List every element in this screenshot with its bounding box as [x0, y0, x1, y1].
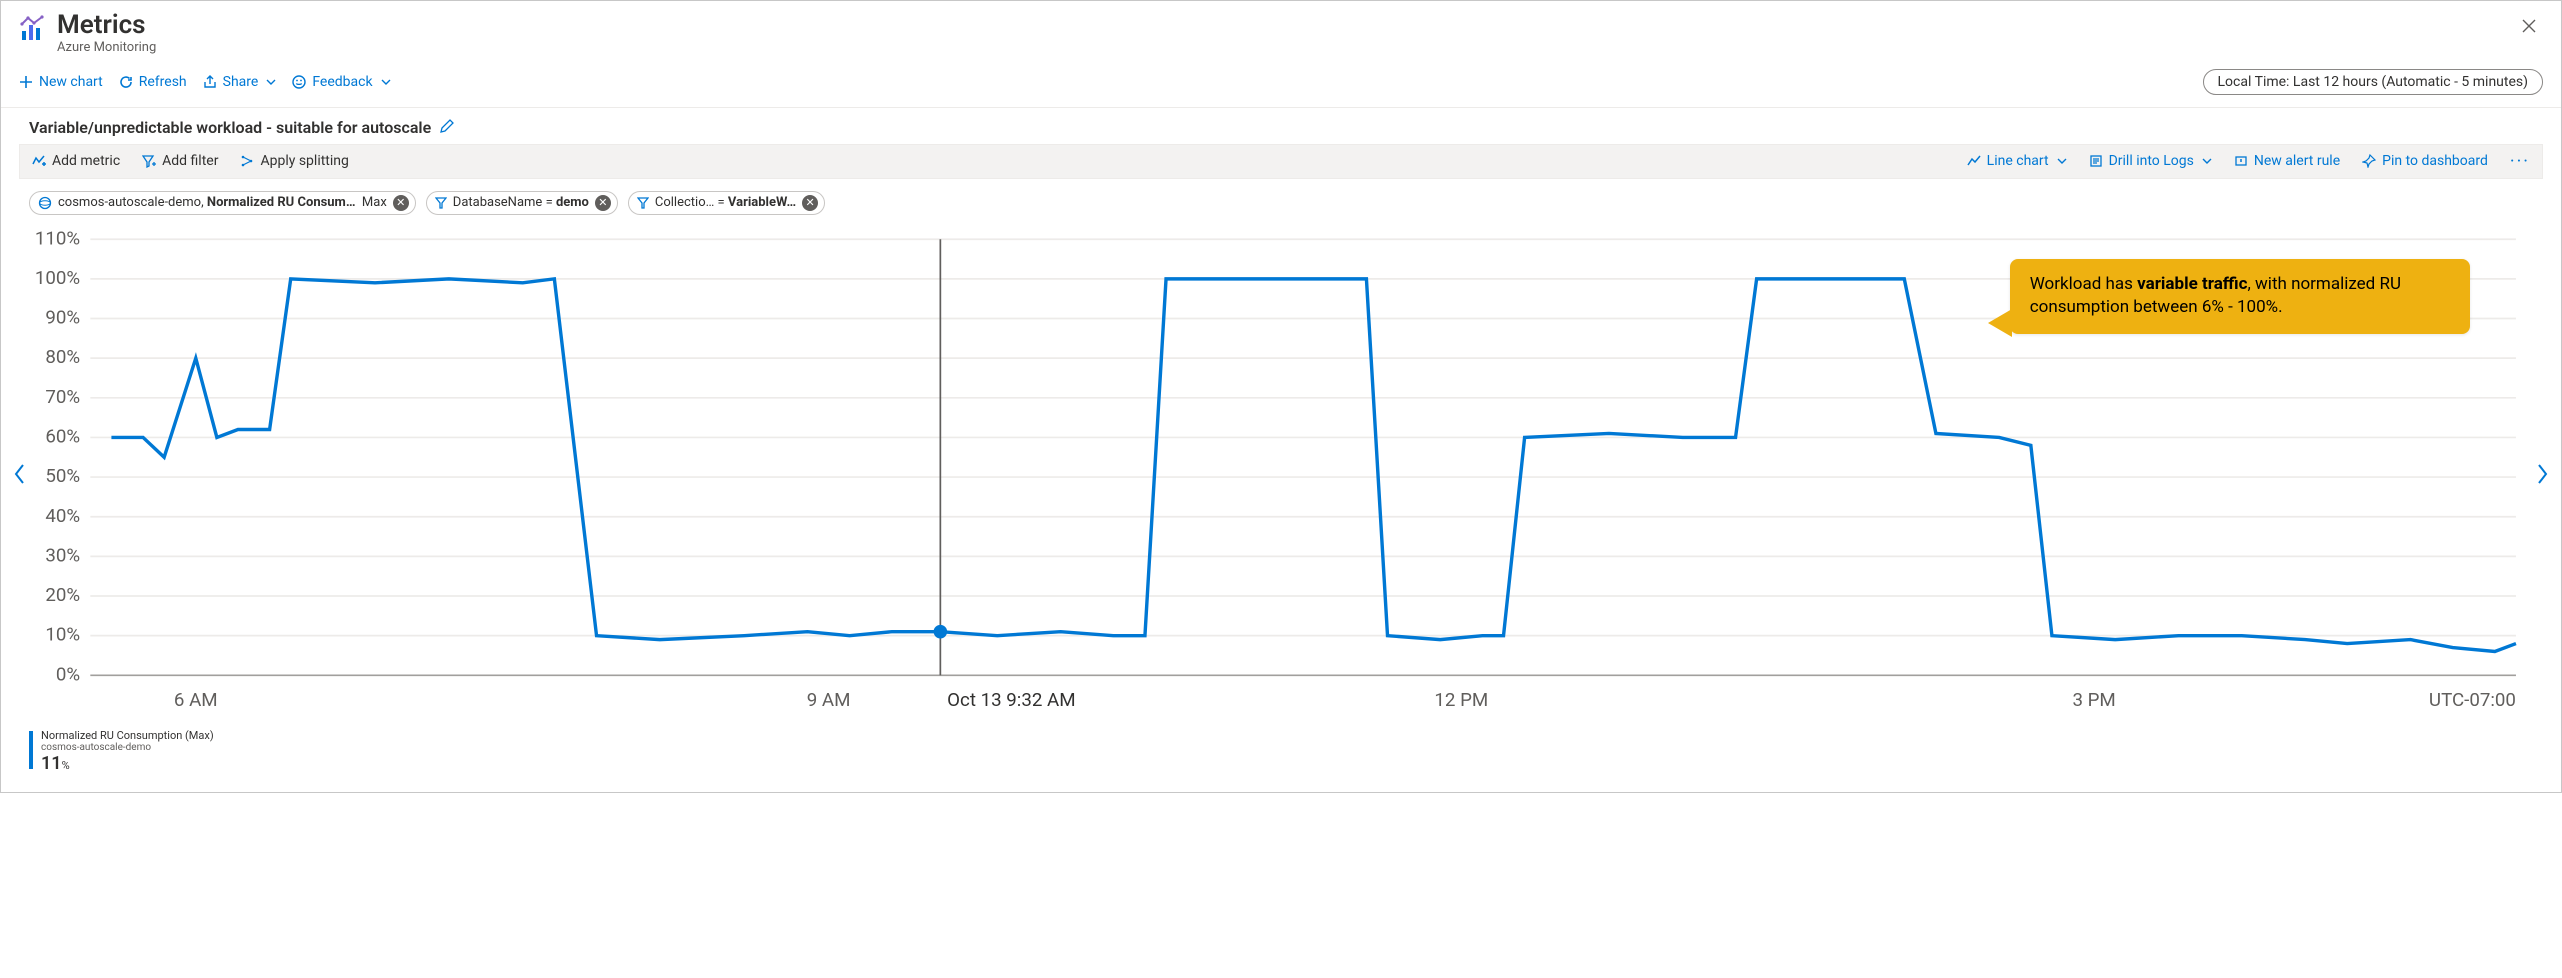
apply-splitting-label: Apply splitting — [260, 153, 348, 169]
chip-key-text: DatabaseName — [453, 195, 543, 210]
svg-text:10%: 10% — [45, 623, 80, 645]
svg-text:100%: 100% — [35, 267, 80, 289]
chip-eq-text: = — [718, 195, 725, 210]
add-filter-button[interactable]: Add filter — [138, 151, 222, 171]
svg-text:70%: 70% — [45, 385, 80, 407]
page-subtitle: Azure Monitoring — [57, 40, 156, 55]
chevron-down-icon — [266, 77, 276, 87]
close-button[interactable] — [2515, 11, 2543, 43]
feedback-button[interactable]: Feedback — [292, 74, 390, 90]
chip-remove-button[interactable]: ✕ — [802, 195, 818, 211]
svg-text:20%: 20% — [45, 584, 80, 606]
chart-nav-next-button[interactable] — [2529, 457, 2555, 495]
chart-nav-prev-button[interactable] — [7, 457, 33, 495]
logs-icon — [2089, 154, 2103, 168]
svg-text:80%: 80% — [45, 346, 80, 368]
callout-text-prefix: Workload has — [2030, 274, 2137, 294]
pin-to-dashboard-button[interactable]: Pin to dashboard — [2358, 151, 2492, 171]
chevron-down-icon — [2057, 156, 2067, 166]
drill-into-logs-label: Drill into Logs — [2109, 153, 2194, 169]
filter-collection-chip[interactable]: Collectio… = VariableW… ✕ — [628, 191, 825, 215]
line-chart-icon — [1967, 154, 1981, 168]
chip-remove-button[interactable]: ✕ — [595, 195, 611, 211]
add-metric-label: Add metric — [52, 153, 120, 169]
share-icon — [203, 75, 217, 89]
more-options-button[interactable]: ··· — [2506, 151, 2534, 172]
share-button[interactable]: Share — [203, 74, 277, 90]
cosmos-icon — [38, 196, 52, 210]
legend-series-name: Normalized RU Consumption (Max) — [41, 729, 214, 742]
filter-plus-icon — [142, 154, 156, 168]
add-metric-button[interactable]: Add metric — [28, 151, 124, 171]
chevron-down-icon — [2202, 156, 2212, 166]
filter-icon — [435, 197, 447, 209]
svg-text:9 AM: 9 AM — [807, 689, 851, 711]
chevron-left-icon — [13, 463, 27, 485]
alert-icon — [2234, 154, 2248, 168]
svg-text:6 AM: 6 AM — [174, 689, 218, 711]
chip-resource-text: cosmos-autoscale-demo, — [58, 195, 204, 210]
pin-label: Pin to dashboard — [2382, 153, 2488, 169]
svg-text:30%: 30% — [45, 544, 80, 566]
legend-value-number: 11 — [41, 753, 62, 774]
pin-icon — [2362, 154, 2376, 168]
chip-remove-button[interactable]: ✕ — [393, 195, 409, 211]
svg-text:50%: 50% — [45, 465, 80, 487]
refresh-label: Refresh — [139, 74, 187, 90]
chip-val-text: VariableW… — [728, 195, 796, 210]
new-alert-rule-label: New alert rule — [2254, 153, 2340, 169]
chip-metric-text: Normalized RU Consum… — [207, 195, 356, 210]
new-chart-label: New chart — [39, 74, 103, 90]
svg-text:90%: 90% — [45, 306, 80, 328]
filter-database-chip[interactable]: DatabaseName = demo ✕ — [426, 191, 618, 215]
refresh-icon — [119, 75, 133, 89]
svg-text:40%: 40% — [45, 504, 80, 526]
new-alert-rule-button[interactable]: New alert rule — [2230, 151, 2344, 171]
smile-icon — [292, 75, 306, 89]
time-range-picker[interactable]: Local Time: Last 12 hours (Automatic - 5… — [2203, 69, 2543, 95]
annotation-callout: Workload has variable traffic, with norm… — [2010, 259, 2470, 335]
drill-into-logs-button[interactable]: Drill into Logs — [2085, 151, 2216, 171]
metric-scope-chip[interactable]: cosmos-autoscale-demo, Normalized RU Con… — [29, 191, 416, 215]
filter-icon — [637, 197, 649, 209]
new-chart-button[interactable]: New chart — [19, 74, 103, 90]
chip-key-text: Collectio… — [655, 195, 714, 210]
chart-type-label: Line chart — [1987, 153, 2049, 169]
svg-text:12 PM: 12 PM — [1434, 689, 1488, 711]
split-icon — [240, 154, 254, 168]
legend-current-value: 11% — [41, 753, 214, 774]
add-filter-label: Add filter — [162, 153, 218, 169]
legend-value-unit: % — [62, 759, 70, 772]
svg-text:UTC-07:00: UTC-07:00 — [2429, 689, 2516, 711]
plus-icon — [19, 75, 33, 89]
page-title: Metrics — [57, 11, 156, 40]
share-label: Share — [223, 74, 259, 90]
svg-text:60%: 60% — [45, 425, 80, 447]
metrics-logo-icon — [19, 15, 47, 47]
svg-text:3 PM: 3 PM — [2072, 689, 2115, 711]
chart-title: Variable/unpredictable workload - suitab… — [29, 118, 431, 137]
pencil-icon — [439, 118, 455, 134]
legend-item[interactable]: Normalized RU Consumption (Max) cosmos-a… — [29, 729, 2561, 774]
callout-text-bold: variable traffic — [2137, 274, 2247, 294]
chip-eq-text: = — [546, 195, 553, 210]
edit-title-button[interactable] — [439, 118, 455, 138]
chevron-down-icon — [381, 77, 391, 87]
legend-resource-name: cosmos-autoscale-demo — [41, 742, 214, 753]
svg-text:0%: 0% — [56, 663, 80, 685]
svg-text:110%: 110% — [35, 229, 80, 249]
refresh-button[interactable]: Refresh — [119, 74, 187, 90]
chevron-right-icon — [2535, 463, 2549, 485]
feedback-label: Feedback — [312, 74, 372, 90]
chip-agg-text: Max — [362, 195, 387, 210]
legend-color-swatch — [29, 731, 33, 769]
chart-type-dropdown[interactable]: Line chart — [1963, 151, 2071, 171]
add-metric-icon — [32, 154, 46, 168]
svg-text:Oct 13 9:32 AM: Oct 13 9:32 AM — [947, 689, 1075, 711]
apply-splitting-button[interactable]: Apply splitting — [236, 151, 352, 171]
chip-val-text: demo — [556, 195, 589, 210]
